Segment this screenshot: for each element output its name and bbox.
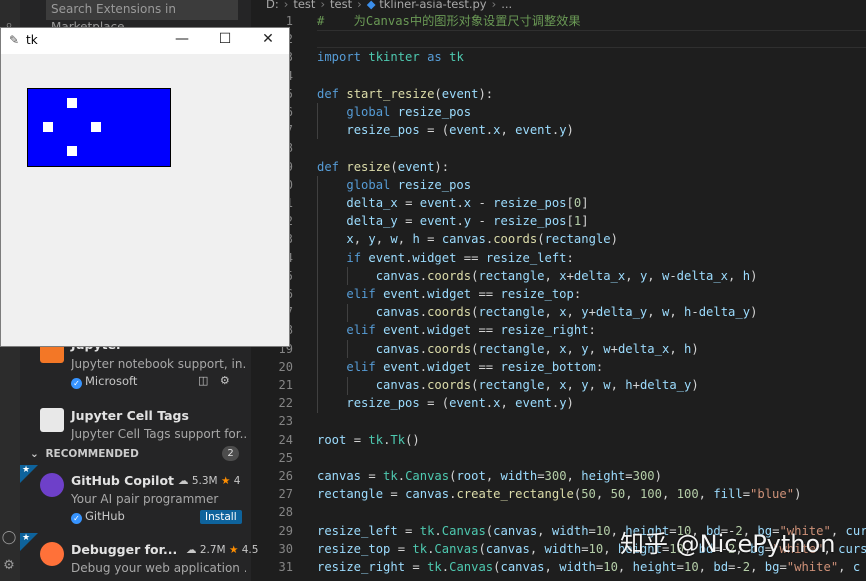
line-number: 30 (278, 541, 293, 556)
code-line: import tkinter as tk (317, 50, 464, 65)
tk-window-title: tk (26, 33, 38, 47)
copilot-logo-icon (40, 473, 64, 497)
code-line: canvas.coords(rectangle, x+delta_x, y, w… (375, 268, 758, 283)
line-number: 21 (278, 378, 293, 392)
code-line: delta_y = event.y - resize_pos[1] (346, 214, 589, 229)
extension-publisher: ✓ Microsoft (71, 374, 137, 389)
breadcrumb-part[interactable]: test (330, 0, 352, 11)
code-line: rectangle = canvas.create_rectangle(50, … (317, 487, 802, 502)
rating-star-icon: ★ (228, 544, 239, 556)
code-line: elif event.widget == resize_top: (346, 287, 582, 301)
tk-feather-icon: ✎ (9, 33, 20, 47)
line-number: 23 (278, 414, 293, 429)
maximize-button[interactable]: ☐ (215, 31, 235, 47)
manage-gear-icon[interactable]: ⚙ (220, 374, 230, 387)
line-number: 29 (278, 523, 293, 538)
extension-description: Jupyter Cell Tags support for... (71, 427, 246, 441)
extension-actions: ◫ ⚙ (198, 374, 230, 387)
code-line: elif event.widget == resize_right: (346, 323, 596, 338)
extension-stats: ☁ 5.3M ★ 4 (178, 475, 241, 487)
jupyter-cell-tags-logo-icon (40, 408, 64, 432)
code-line: canvas.coords(rectangle, x, y+delta_y, w… (375, 305, 758, 320)
line-number: 27 (278, 487, 293, 502)
code-line: resize_pos = (event.x, event.y) (346, 396, 574, 411)
breadcrumb: D: › test › test › ◆ tkliner-asia-test.py ›... (251, 0, 866, 11)
recommended-star-icon: ★ (20, 533, 38, 551)
breadcrumb-part[interactable]: tkliner-asia-test.py (379, 0, 486, 11)
tk-app-window: ✎ tk — ☐ ✕ (0, 27, 290, 347)
code-line: if event.widget == resize_left: (346, 250, 574, 265)
line-number: 22 (278, 396, 293, 411)
resize-handle-bottom[interactable] (67, 146, 77, 156)
code-line: elif event.widget == resize_bottom: (346, 359, 604, 374)
verified-badge-icon: ✓ (71, 378, 82, 389)
python-file-icon: ◆ (366, 0, 376, 11)
download-cloud-icon: ☁ (186, 544, 197, 556)
download-cloud-icon: ☁ (178, 475, 189, 487)
verified-badge-icon: ✓ (71, 513, 82, 524)
firefox-logo-icon (40, 542, 64, 566)
extensions-search-input[interactable]: Search Extensions in Marketplace (46, 0, 238, 34)
code-line: delta_x = event.x - resize_pos[0] (346, 196, 589, 210)
install-button[interactable]: Install (200, 510, 242, 524)
code-line: resize_right = tk.Canvas(canvas, width=1… (317, 560, 861, 574)
extension-publisher: ✓ GitHub (71, 509, 125, 524)
tk-titlebar[interactable]: ✎ tk — ☐ ✕ (1, 28, 289, 54)
minimize-button[interactable]: — (172, 31, 192, 47)
code-line: resize_pos = (event.x, event.y) (346, 123, 574, 138)
code-line: def start_resize(event): (317, 86, 494, 101)
line-number: 31 (278, 560, 293, 574)
extension-description: Jupyter notebook support, in... (71, 357, 246, 371)
recommended-star-icon: ★ (20, 465, 38, 483)
extension-stats: ☁ 2.7M ★ 4.5 (186, 544, 259, 556)
extension-title: GitHub Copilot (71, 473, 175, 488)
line-number: 26 (278, 469, 293, 483)
code-line: root = tk.Tk() (317, 432, 420, 447)
settings-gear-icon[interactable]: ⚙ (1, 558, 17, 574)
resize-handle-top[interactable] (67, 98, 77, 108)
extension-description: Debug your web application ... (71, 561, 246, 575)
code-line: global resize_pos (346, 177, 472, 192)
code-line: x, y, w, h = canvas.coords(rectangle) (346, 232, 618, 247)
code-line: canvas.coords(rectangle, x, y, w, h+delt… (375, 378, 699, 392)
breadcrumb-part[interactable]: D: (266, 0, 279, 11)
breadcrumb-part[interactable]: ... (501, 0, 512, 11)
recommended-count-badge: 2 (222, 446, 239, 461)
zhihu-watermark: 知乎 @NicePython (620, 530, 836, 558)
code-line: canvas.coords(rectangle, x, y, w+delta_x… (375, 341, 699, 356)
line-number: 24 (278, 432, 293, 447)
close-button[interactable]: ✕ (258, 31, 278, 47)
breadcrumb-part[interactable]: test (293, 0, 315, 11)
blue-rectangle[interactable] (27, 88, 171, 167)
split-view-icon[interactable]: ◫ (198, 374, 208, 387)
code-line: canvas = tk.Canvas(root, width=300, heig… (317, 469, 662, 483)
resize-handle-left[interactable] (43, 122, 53, 132)
code-line: global resize_pos (346, 105, 472, 119)
account-icon[interactable]: ◯ (1, 530, 17, 546)
extension-description: Your AI pair programmer (71, 492, 219, 506)
recommended-section-header[interactable]: ⌄ RECOMMENDED (20, 445, 251, 463)
resize-handle-right[interactable] (91, 122, 101, 132)
code-line: # 为Canvas中的图形对象设置尺寸调整效果 (317, 14, 581, 28)
line-number: 20 (278, 359, 293, 374)
current-line-highlight (317, 30, 866, 48)
extension-title: Debugger for... (71, 542, 178, 557)
line-number: 28 (278, 505, 293, 520)
line-number: 25 (278, 450, 293, 465)
code-line: def resize(event): (317, 159, 450, 174)
extension-title: Jupyter Cell Tags (71, 408, 189, 423)
chevron-down-icon: ⌄ (30, 448, 39, 460)
rating-star-icon: ★ (220, 475, 231, 487)
